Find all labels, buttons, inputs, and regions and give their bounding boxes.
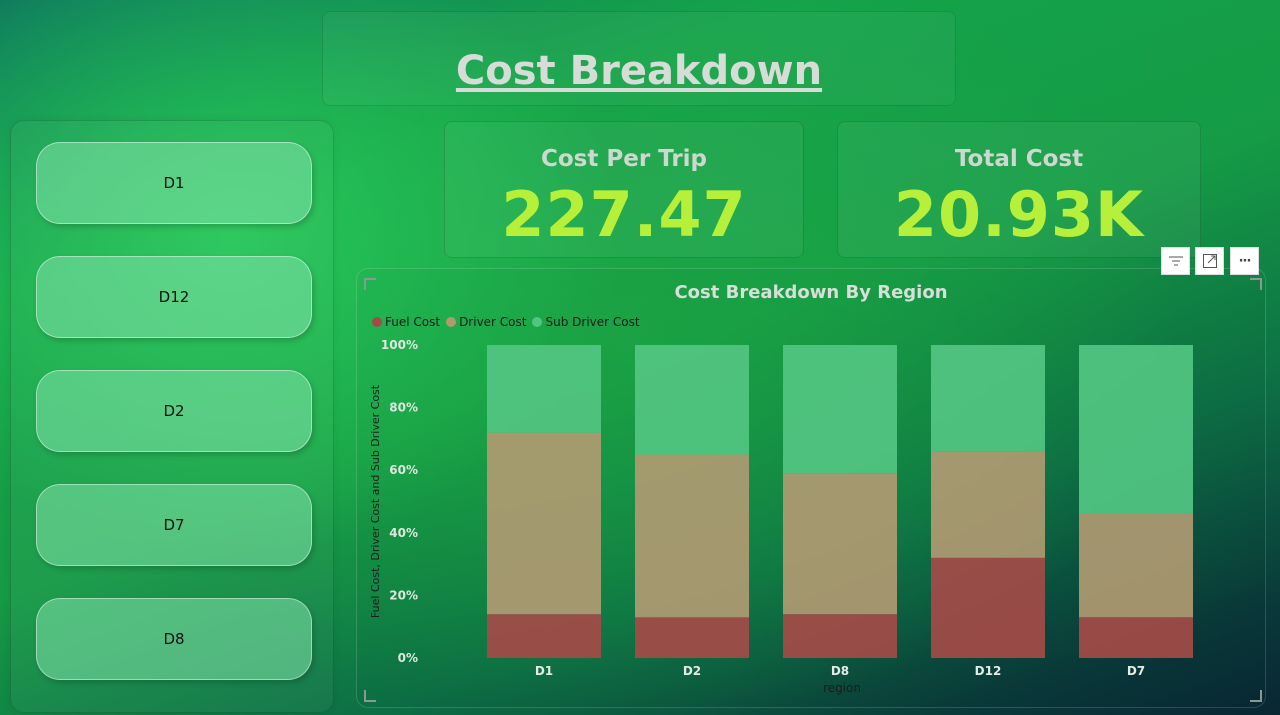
stacked-bar-chart: 0% 20% 40% 60% 80% 100% D1 D2 D8 D12 D7 region Fuel … (369, 338, 1193, 695)
resize-handle[interactable] (1250, 690, 1262, 702)
x-axis-title: region (823, 681, 861, 695)
more-options-icon[interactable]: ··· (1230, 247, 1259, 275)
slicer-button-d7[interactable]: D7 (36, 484, 312, 566)
resize-handle[interactable] (364, 278, 376, 290)
bar-segment (931, 557, 1045, 658)
page-title: Cost Breakdown (455, 48, 823, 94)
bar-segment (635, 345, 749, 455)
y-tick-label: 100% (381, 338, 418, 352)
slicer-button-d8[interactable]: D8 (36, 598, 312, 680)
y-tick-label: 80% (389, 401, 418, 415)
kpi-label: Cost Per Trip (540, 146, 708, 172)
bar-segment (931, 345, 1045, 452)
resize-handle[interactable] (1250, 278, 1262, 290)
bar-segment (1079, 617, 1193, 658)
bar-segment (487, 432, 601, 615)
bar-segment (487, 614, 601, 658)
x-tick-label: D12 (975, 664, 1002, 678)
slicer-button-d1[interactable]: D1 (36, 142, 312, 224)
bar-segment (635, 617, 749, 658)
bar-segment (487, 345, 601, 433)
title-box: Cost Breakdown (322, 11, 956, 106)
focus-mode-icon[interactable] (1195, 247, 1224, 275)
y-tick-label: 60% (389, 463, 418, 477)
bar-segment (783, 345, 897, 474)
x-tick-label: D8 (831, 664, 849, 678)
x-tick-label: D7 (1127, 664, 1145, 678)
resize-handle[interactable] (364, 690, 376, 702)
y-tick-label: 20% (389, 588, 418, 602)
kpi-value: 227.47 (501, 178, 747, 251)
kpi-card-cost-per-trip: Cost Per Trip 227.47 (444, 121, 804, 258)
focus-glyph (1202, 254, 1217, 268)
y-tick-label: 40% (389, 526, 418, 540)
bar-segment (1079, 514, 1193, 618)
filter-icon[interactable] (1161, 247, 1190, 275)
slicer-button-d12[interactable]: D12 (36, 256, 312, 338)
more-options-glyph: ··· (1238, 253, 1252, 269)
chart-panel[interactable]: Cost Breakdown By Region Fuel Cost Drive… (356, 268, 1266, 708)
kpi-label: Total Cost (954, 146, 1084, 172)
y-tick-label: 0% (398, 651, 418, 665)
bar-segment (931, 451, 1045, 558)
x-tick-label: D2 (683, 664, 701, 678)
kpi-value: 20.93K (893, 178, 1145, 251)
bar-segment (783, 473, 897, 615)
filter-glyph (1168, 256, 1183, 266)
slicer-button-d2[interactable]: D2 (36, 370, 312, 452)
y-axis-title: Fuel Cost, Driver Cost and Sub Driver Co… (369, 384, 382, 618)
kpi-card-total-cost: Total Cost 20.93K (837, 121, 1201, 258)
x-tick-label: D1 (535, 664, 553, 678)
bar-segment (1079, 345, 1193, 515)
bar-segment (783, 614, 897, 658)
bar-segment (635, 454, 749, 618)
